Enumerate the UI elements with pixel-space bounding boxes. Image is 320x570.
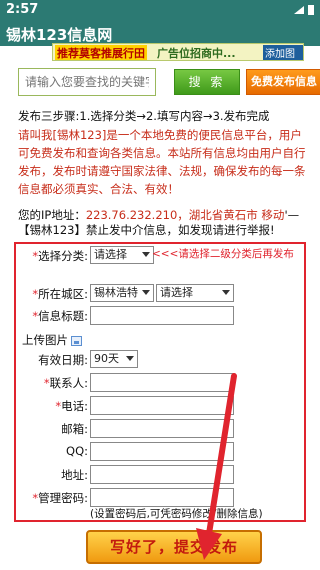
publish-steps: 发布三步骤:1.选择分类→2.填写内容→3.发布完成 (18, 109, 270, 123)
chevron-down-icon (142, 252, 150, 257)
row-validity: 有效日期: 90天 (16, 350, 304, 370)
image-upload-icon[interactable] (71, 335, 82, 346)
category-select[interactable]: 请选择 (90, 246, 154, 264)
row-contact: *联系人: (16, 373, 304, 393)
chevron-down-icon (222, 290, 230, 295)
banner-right-text: 添加图像 (263, 45, 303, 60)
row-upload: 上传图片 (16, 330, 304, 350)
district-select-area[interactable]: 请选择 (156, 284, 234, 302)
email-label: 邮箱: (61, 422, 88, 436)
row-qq: QQ: (16, 442, 304, 462)
app-title: 锡林123信息网 (6, 26, 113, 44)
category-label: *选择分类: (32, 249, 88, 263)
district-select-city[interactable]: 锡林浩特 (90, 284, 154, 302)
row-address: 地址: (16, 465, 304, 485)
phone-input[interactable] (90, 396, 234, 415)
contact-label: *联系人: (43, 376, 88, 390)
banner-center-text: 广告位招商中... (157, 47, 236, 60)
site-intro: 请叫我[锡林123]是一个本地免费的便民信息平台，用户可免费发布和查询各类信息。… (18, 128, 306, 196)
signal-icon (294, 6, 304, 14)
battery-icon (308, 5, 314, 15)
email-input[interactable] (90, 419, 234, 438)
password-input[interactable] (90, 488, 234, 507)
publish-form: *选择分类: 请选择 <<<请选择二级分类后再发布 *所在城区: 锡林浩特 请选择… (14, 242, 306, 522)
status-icons (294, 5, 314, 15)
search-input[interactable] (18, 68, 156, 96)
phone-label: *电话: (55, 399, 88, 413)
banner-left-text: 推荐莫客推展行田 (55, 45, 147, 60)
address-label: 地址: (61, 468, 88, 482)
search-button[interactable]: 搜 索 (174, 69, 240, 95)
title-input[interactable] (90, 306, 234, 325)
category-hint: <<<请选择二级分类后再发布 (152, 248, 294, 260)
qq-label: QQ: (66, 444, 88, 458)
district-label: *所在城区: (32, 287, 88, 301)
contact-input[interactable] (90, 373, 234, 392)
free-publish-button[interactable]: 免费发布信息 (246, 69, 320, 95)
ip-label: 您的IP地址： (18, 208, 86, 222)
password-note: (设置密码后,可凭密码修改/删除信息) (90, 508, 263, 520)
submit-button[interactable]: 写好了，提交发布 (86, 530, 262, 564)
ip-notice: 您的IP地址：223.76.232.210，湖北省黄石市 移动'—【锡林123】… (18, 208, 310, 238)
validity-select[interactable]: 90天 (90, 350, 138, 368)
upload-label[interactable]: 上传图片 (22, 332, 82, 348)
search-row: 搜 索 免费发布信息 (18, 68, 320, 96)
validity-label: 有效日期: (38, 353, 88, 367)
title-label: *信息标题: (32, 309, 88, 323)
row-phone: *电话: (16, 396, 304, 416)
status-bar: 2:57 (0, 0, 320, 20)
chevron-down-icon (142, 290, 150, 295)
password-label: *管理密码: (32, 491, 88, 505)
row-password: *管理密码: (16, 488, 304, 508)
ip-address: 223.76.232.210，湖北省黄石市 移动 (85, 208, 285, 222)
chevron-down-icon (126, 356, 134, 361)
address-input[interactable] (90, 465, 234, 484)
row-email: 邮箱: (16, 419, 304, 439)
row-district: *所在城区: 锡林浩特 请选择 (16, 284, 304, 304)
qq-input[interactable] (90, 442, 234, 461)
row-category: *选择分类: 请选择 <<<请选择二级分类后再发布 (16, 246, 304, 266)
status-time: 2:57 (6, 2, 39, 17)
row-title: *信息标题: (16, 306, 304, 326)
ad-banner[interactable]: 推荐莫客推展行田 广告位招商中... 添加图像 (52, 43, 304, 61)
